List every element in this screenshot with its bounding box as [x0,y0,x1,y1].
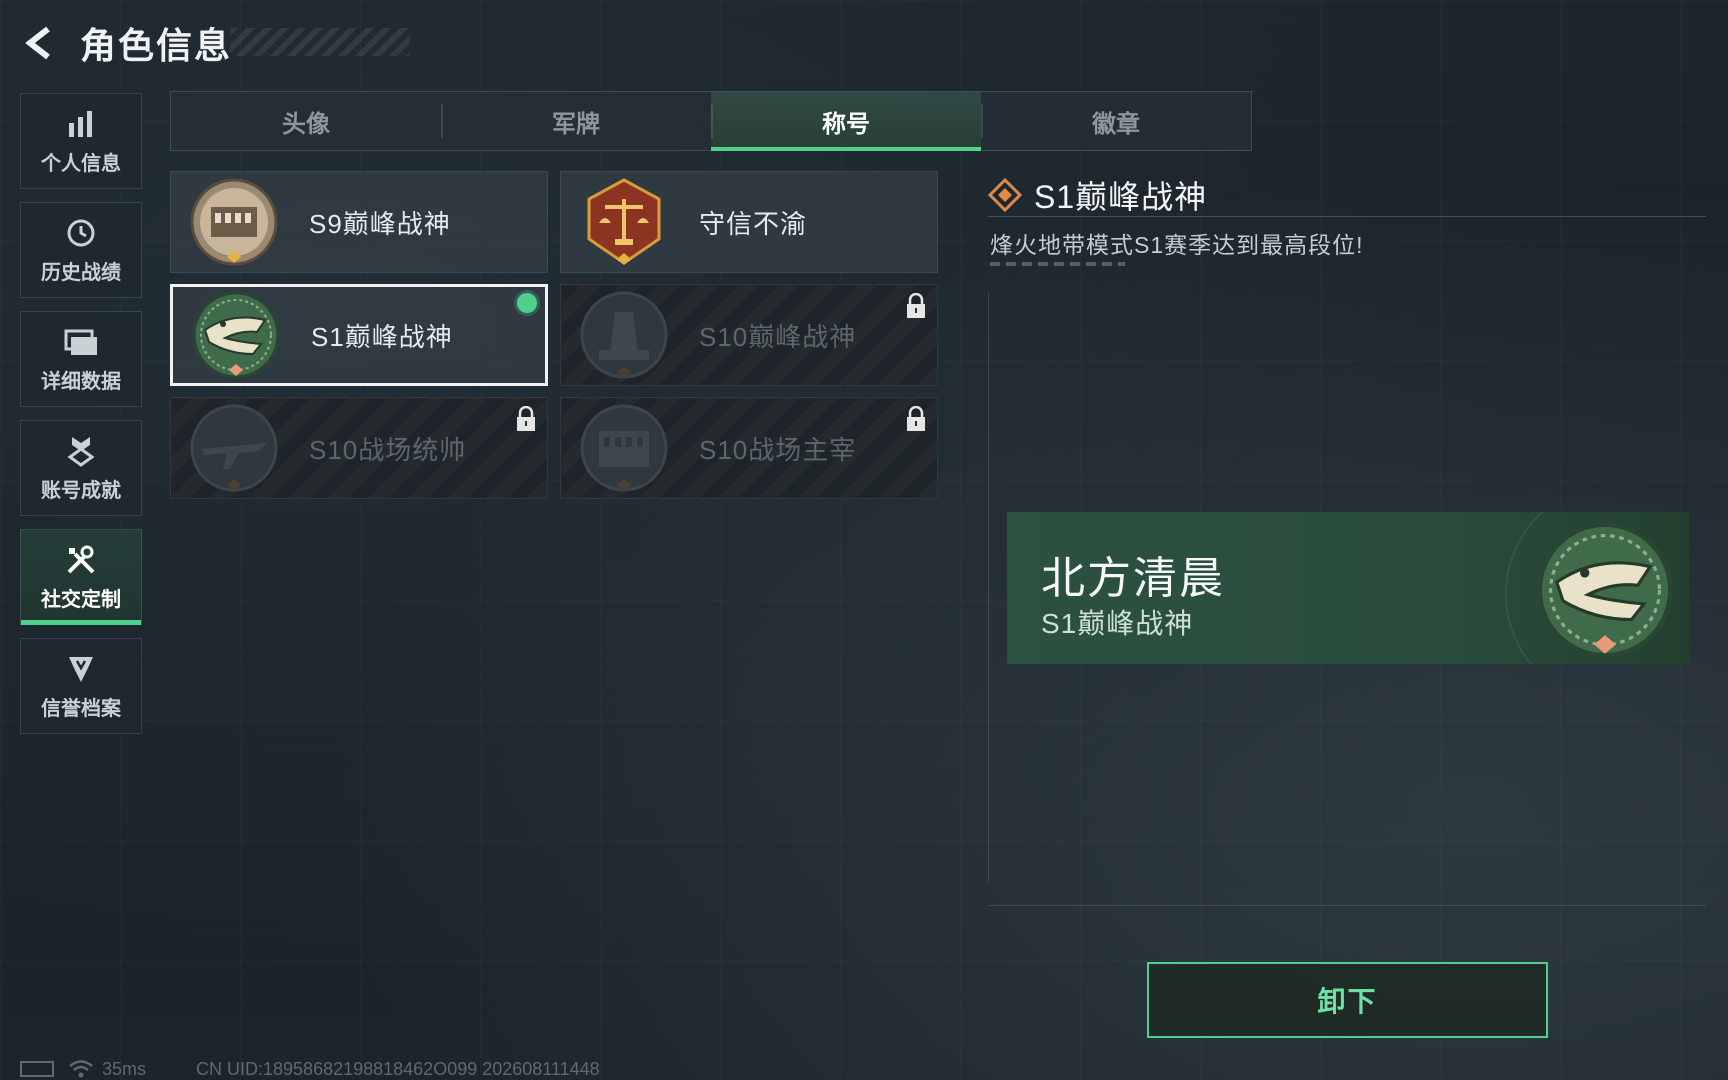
lock-icon [907,293,925,318]
sidebar-item-label: 详细数据 [41,370,121,393]
title-card-name: S10战场统帅 [309,434,467,465]
colosseum-emblem-icon [580,404,668,492]
lock-icon [517,406,535,431]
unequip-button[interactable]: 卸下 [1147,962,1548,1038]
title-card-s10-dominator[interactable]: S10战场主宰 [560,397,938,499]
sidebar-item-achievements[interactable]: 账号成就 [20,420,142,516]
title-card-name: S10巅峰战神 [699,321,857,352]
status-bar: 35ms CN UID:18958682198818462O099 202608… [20,1058,600,1080]
back-button[interactable] [20,23,60,63]
crocodile-emblem-icon [1537,522,1673,658]
sidebar-item-social-custom[interactable]: 社交定制 [20,529,142,625]
detail-header: S1巅峰战神 [988,172,1207,218]
tab-badge[interactable]: 徽章 [981,92,1251,150]
tab-dog-tag[interactable]: 军牌 [441,92,711,150]
colosseum-emblem-icon [190,178,278,266]
tab-avatar[interactable]: 头像 [171,92,441,150]
detail-description: 烽火地带模式S1赛季达到最高段位! [990,232,1364,258]
title-card-s10-peak[interactable]: S10巅峰战神 [560,284,938,386]
tab-bar: 头像 军牌 称号 徽章 [170,91,1252,151]
wifi-icon [69,1060,93,1078]
shield-badge-icon [64,652,98,686]
title-preview-banner: 北方清晨 S1巅峰战神 [1007,512,1689,664]
history-clock-icon [64,216,98,250]
uid-text: CN UID:18958682198818462O099 20260811144… [196,1058,600,1079]
sidebar-item-label: 账号成就 [41,479,121,502]
back-arrow-icon [25,26,50,60]
sidebar: 个人信息 历史战绩 详细数据 账号成就 社交定制 信誉档案 [20,93,144,747]
divider [988,216,1706,217]
sidebar-item-label: 信誉档案 [41,697,121,720]
frame-line [988,905,1706,906]
sidebar-item-label: 社交定制 [41,588,121,611]
scales-emblem-icon [587,178,661,265]
battery-icon [20,1061,54,1077]
title-card-s1-peak[interactable]: S1巅峰战神 [170,284,548,386]
preview-player-name: 北方清晨 [1041,554,1225,603]
sidebar-item-label: 个人信息 [41,152,121,175]
title-card-name: S1巅峰战神 [311,321,453,352]
medal-icon [64,434,98,468]
sidebar-item-history[interactable]: 历史战绩 [20,202,142,298]
title-card-name: 守信不渝 [699,208,808,239]
decorative-dash [990,262,1125,266]
frame-line [988,292,989,882]
preview-title: S1巅峰战神 [1041,608,1194,639]
tools-icon [64,543,98,577]
sidebar-item-label: 历史战绩 [41,261,121,284]
aircraft-emblem-icon [190,404,278,492]
folders-icon [64,325,98,359]
title-card-s9-peak[interactable]: S9巅峰战神 [170,171,548,273]
title-card-name: S10战场主宰 [699,434,857,465]
title-card-name: S9巅峰战神 [309,208,451,239]
sidebar-item-credit-record[interactable]: 信誉档案 [20,638,142,734]
tower-emblem-icon [580,291,668,379]
page-header: 角色信息 [20,20,232,66]
title-card-keep-faith[interactable]: 守信不渝 [560,171,938,273]
page-title: 角色信息 [80,25,233,66]
sidebar-item-personal-info[interactable]: 个人信息 [20,93,142,189]
detail-title: S1巅峰战神 [1034,179,1208,215]
title-card-s10-commander[interactable]: S10战场统帅 [170,397,548,499]
lock-icon [907,406,925,431]
tab-title[interactable]: 称号 [711,92,981,151]
equipped-indicator [517,293,537,313]
bar-chart-icon [64,107,98,141]
diamond-title-icon [988,178,1022,212]
ping-value: 35ms [102,1058,147,1079]
header-decoration [230,28,410,56]
sidebar-item-detailed-data[interactable]: 详细数据 [20,311,142,407]
crocodile-emblem-icon [192,291,280,379]
